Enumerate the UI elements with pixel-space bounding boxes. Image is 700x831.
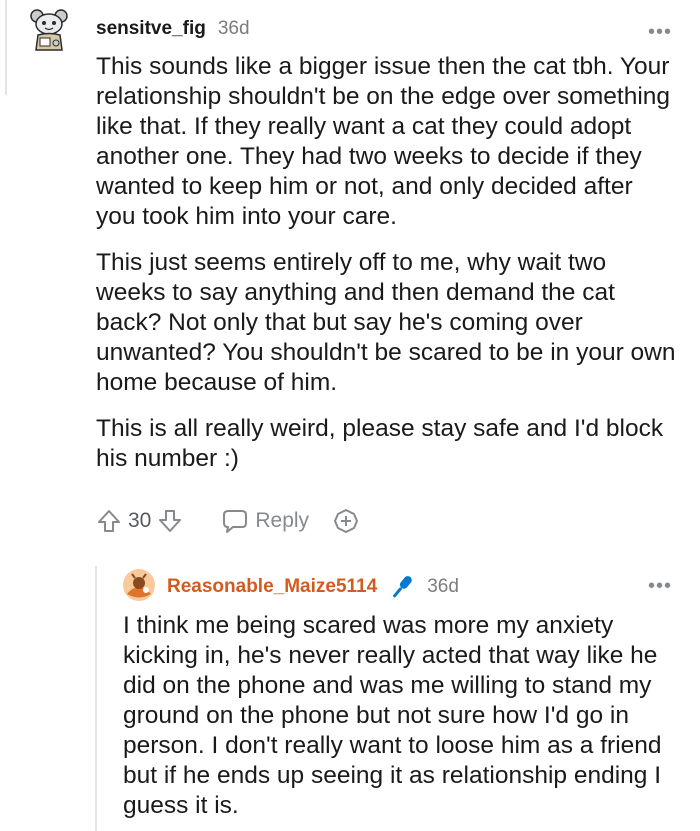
comment-paragraph: This is all really weird, please stay sa… — [96, 415, 664, 472]
reply-thread-line[interactable] — [95, 566, 97, 831]
downvote-arrow-icon[interactable] — [157, 508, 183, 534]
orange-avatar-icon[interactable] — [122, 568, 156, 602]
comment-header: sensitve_fig 36d — [96, 18, 250, 40]
reply-username[interactable]: Reasonable_Maize5114 — [167, 576, 377, 598]
speech-bubble-icon — [221, 508, 249, 534]
comment-paragraph: This just seems entirely off to me, why … — [96, 249, 676, 396]
comment-username[interactable]: sensitve_fig — [96, 18, 206, 40]
reply-label: Reply — [255, 509, 310, 532]
more-options-icon[interactable]: ••• — [648, 22, 672, 42]
plus-award-icon[interactable] — [333, 508, 359, 534]
upvote-arrow-icon[interactable] — [96, 508, 122, 534]
vote-score: 30 — [128, 509, 152, 532]
reply-header: Reasonable_Maize5114 36d — [167, 572, 459, 602]
reply-body: I think me being scared was more my anxi… — [123, 612, 662, 819]
comment-paragraph: This sounds like a bigger issue then the… — [96, 53, 671, 230]
comment-body: This sounds like a bigger issue then the… — [96, 52, 676, 490]
thread-line-top — [5, 0, 7, 95]
microphone-icon — [387, 572, 417, 602]
more-options-icon[interactable]: ••• — [648, 576, 672, 596]
comment-actions: 30 Reply — [96, 506, 359, 536]
comment-timestamp: 36d — [217, 18, 250, 39]
reply-button[interactable]: Reply — [221, 508, 309, 534]
reply-timestamp: 36d — [427, 576, 459, 597]
snoo-avatar-icon[interactable] — [26, 8, 72, 54]
